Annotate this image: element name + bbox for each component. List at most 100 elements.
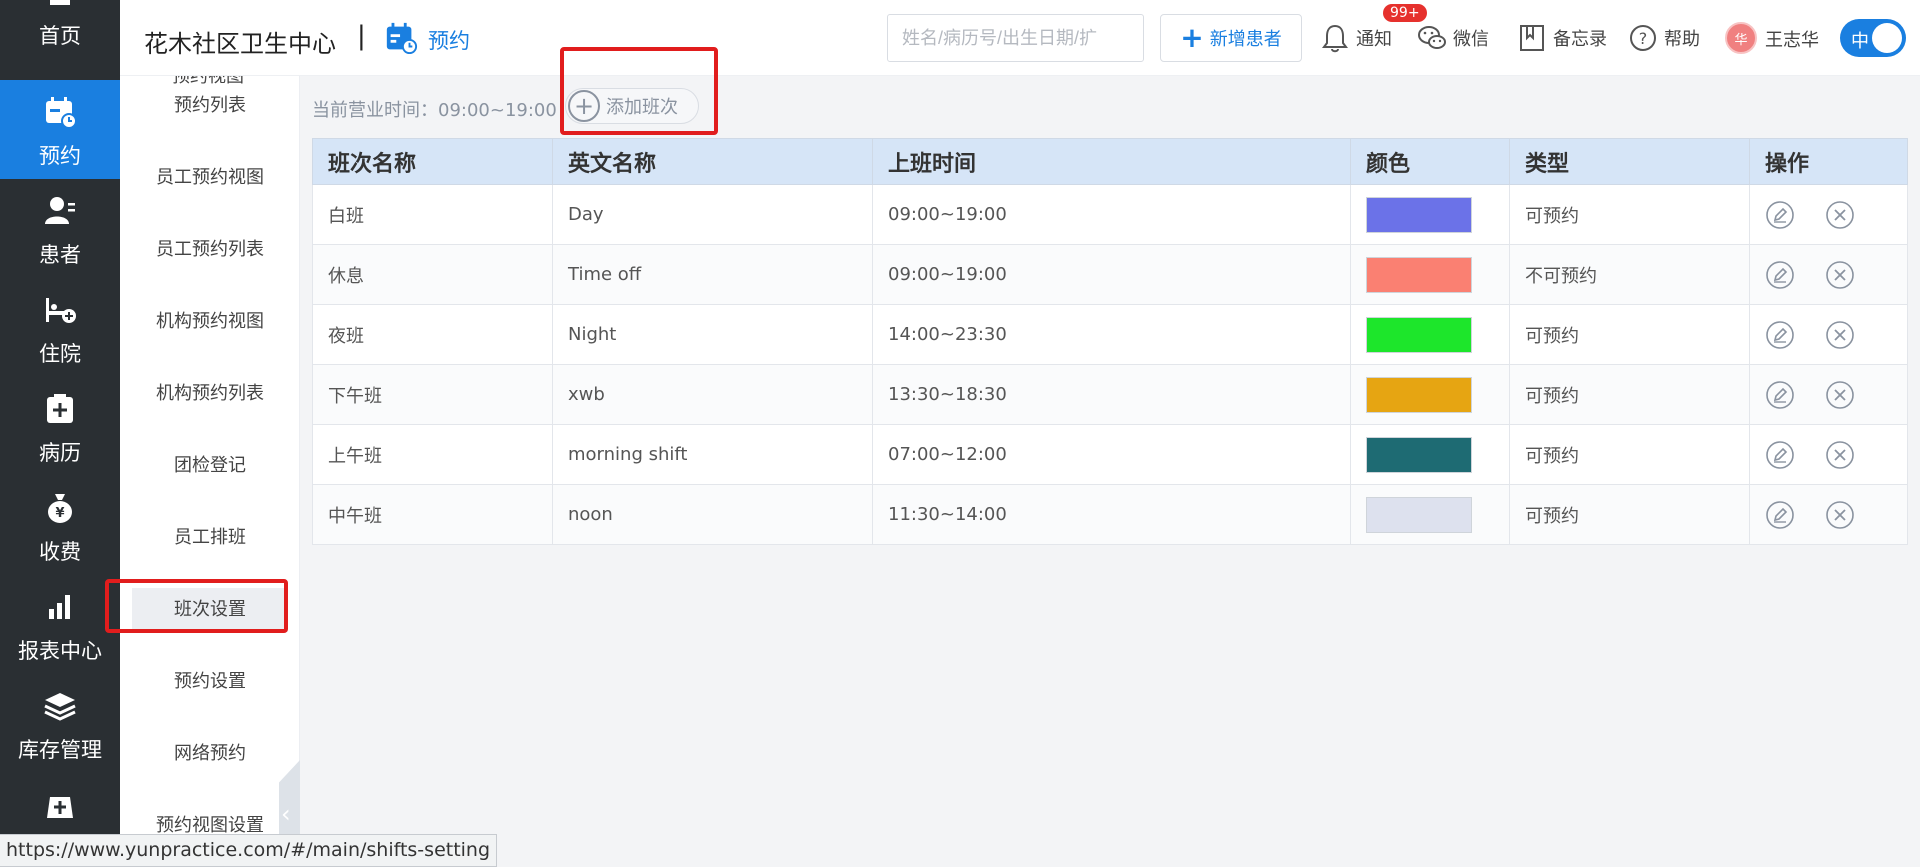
plus-circle-icon: + (568, 90, 600, 122)
nav-label: 首页 (39, 24, 81, 48)
english-name-cell: Night (552, 304, 873, 365)
notification-label: 通知 (1356, 29, 1392, 50)
sub-item-group-checkup[interactable]: 团检登记 (132, 444, 288, 488)
sub-item-staff-list[interactable]: 员工预约列表 (132, 228, 288, 272)
shift-table: 班次名称 英文名称 上班时间 颜色 类型 操作 白班 Day 09:00~19:00… (312, 138, 1908, 545)
nav-item-inventory[interactable]: 库存管理 (0, 674, 120, 773)
delete-icon[interactable] (1825, 500, 1855, 530)
nav-label: 库存管理 (18, 738, 102, 762)
edit-icon[interactable] (1765, 200, 1795, 230)
color-cell (1350, 364, 1510, 425)
nav-item-home[interactable]: 首页 (0, 0, 120, 59)
column-header: 班次名称 (312, 138, 553, 185)
money-bag-icon: ¥ (48, 494, 72, 523)
table-row: 休息 Time off 09:00~19:00 不可预约 (312, 244, 1908, 305)
sub-item-staff-schedule[interactable]: 员工排班 (132, 516, 288, 560)
color-cell (1350, 484, 1510, 545)
memo-button[interactable]: 备忘录 (1517, 20, 1607, 56)
nav-label: 住院 (39, 342, 81, 366)
sub-item-org-view[interactable]: 机构预约视图 (132, 300, 288, 344)
color-swatch (1366, 256, 1472, 293)
edit-icon[interactable] (1765, 260, 1795, 290)
sub-item-appointment-settings[interactable]: 预约设置 (132, 660, 288, 704)
nav-item-inpatient[interactable]: 住院 (0, 278, 120, 377)
nav-item-reports[interactable]: 报表中心 (0, 575, 120, 674)
status-bar-url: https://www.yunpractice.com/#/main/shift… (0, 834, 498, 867)
toggle-knob (1872, 23, 1902, 53)
language-toggle[interactable]: 中 (1840, 19, 1906, 57)
nav-label: 预约 (39, 144, 81, 168)
bell-icon (1322, 24, 1348, 53)
medical-kit-icon (47, 797, 73, 818)
help-label: 帮助 (1664, 29, 1700, 50)
svg-text:¥: ¥ (55, 506, 64, 521)
edit-icon[interactable] (1765, 380, 1795, 410)
actions-cell (1749, 484, 1908, 545)
user-name[interactable]: 王志华 (1765, 26, 1819, 52)
add-patient-button[interactable]: + 新增患者 (1160, 14, 1302, 62)
nav-item-appointment[interactable]: 预约 (0, 80, 120, 179)
color-cell (1350, 304, 1510, 365)
table-row: 白班 Day 09:00~19:00 可预约 (312, 184, 1908, 245)
type-cell: 可预约 (1509, 424, 1750, 485)
add-shift-button[interactable]: + 添加班次 (565, 88, 699, 124)
memo-icon (1520, 25, 1544, 51)
english-name-cell: xwb (552, 364, 873, 425)
shift-name-cell: 夜班 (312, 304, 553, 365)
actions-cell (1749, 364, 1908, 425)
nav-item-records[interactable]: 病历 (0, 377, 120, 476)
color-cell (1350, 424, 1510, 485)
home-icon (50, 0, 70, 5)
layers-icon (44, 693, 76, 721)
sub-item-online-booking[interactable]: 网络预约 (132, 732, 288, 776)
sub-item-appointment-list[interactable]: 预约列表 (132, 84, 288, 128)
svg-text:?: ? (1639, 29, 1648, 48)
delete-icon[interactable] (1825, 440, 1855, 470)
work-time-cell: 14:00~23:30 (872, 304, 1351, 365)
english-name-cell: Time off (552, 244, 873, 305)
patient-search-input[interactable] (887, 14, 1144, 62)
add-shift-label: 添加班次 (606, 97, 678, 118)
delete-icon[interactable] (1825, 260, 1855, 290)
color-swatch (1366, 376, 1472, 413)
edit-icon[interactable] (1765, 500, 1795, 530)
main-content: 当前营业时间：09:00~19:00 + 添加班次 班次名称 英文名称 上班时间… (300, 76, 1920, 867)
edit-icon[interactable] (1765, 440, 1795, 470)
sub-item-shift-settings[interactable]: 班次设置 (132, 588, 288, 632)
edit-icon[interactable] (1765, 320, 1795, 350)
wechat-label: 微信 (1453, 29, 1489, 50)
type-cell: 可预约 (1509, 484, 1750, 545)
delete-icon[interactable] (1825, 200, 1855, 230)
notification-button[interactable]: 通知 (1320, 20, 1392, 56)
sub-item-org-list[interactable]: 机构预约列表 (132, 372, 288, 416)
delete-icon[interactable] (1825, 320, 1855, 350)
nav-label: 病历 (39, 441, 81, 465)
nav-item-patient[interactable]: 患者 (0, 179, 120, 278)
help-button[interactable]: ? 帮助 (1628, 20, 1700, 56)
table-row: 上午班 morning shift 07:00~12:00 可预约 (312, 424, 1908, 485)
sub-item-staff-view[interactable]: 员工预约视图 (132, 156, 288, 200)
actions-cell (1749, 304, 1908, 365)
calendar-clock-icon (386, 22, 418, 55)
medical-record-icon (47, 394, 73, 423)
nav-label: 患者 (39, 243, 81, 267)
actions-cell (1749, 244, 1908, 305)
wechat-button[interactable]: 微信 (1417, 20, 1489, 56)
shift-name-cell: 中午班 (312, 484, 553, 545)
memo-label: 备忘录 (1553, 29, 1607, 50)
patient-icon (45, 197, 75, 224)
avatar-initial: 华 (1734, 32, 1748, 48)
delete-icon[interactable] (1825, 380, 1855, 410)
nav-item-billing[interactable]: ¥ 收费 (0, 476, 120, 575)
column-header: 颜色 (1350, 138, 1510, 185)
type-cell: 不可预约 (1509, 244, 1750, 305)
appointment-subnav: 预约视图 预约列表 员工预约视图 员工预约列表 机构预约视图 机构预约列表 团检… (120, 76, 300, 867)
color-cell (1350, 184, 1510, 245)
color-swatch (1366, 196, 1472, 233)
table-row: 下午班 xwb 13:30~18:30 可预约 (312, 364, 1908, 425)
color-swatch (1366, 316, 1472, 353)
actions-cell (1749, 184, 1908, 245)
avatar[interactable]: 华 (1725, 22, 1757, 54)
language-label: 中 (1851, 31, 1869, 52)
nav-label: 报表中心 (18, 639, 102, 663)
